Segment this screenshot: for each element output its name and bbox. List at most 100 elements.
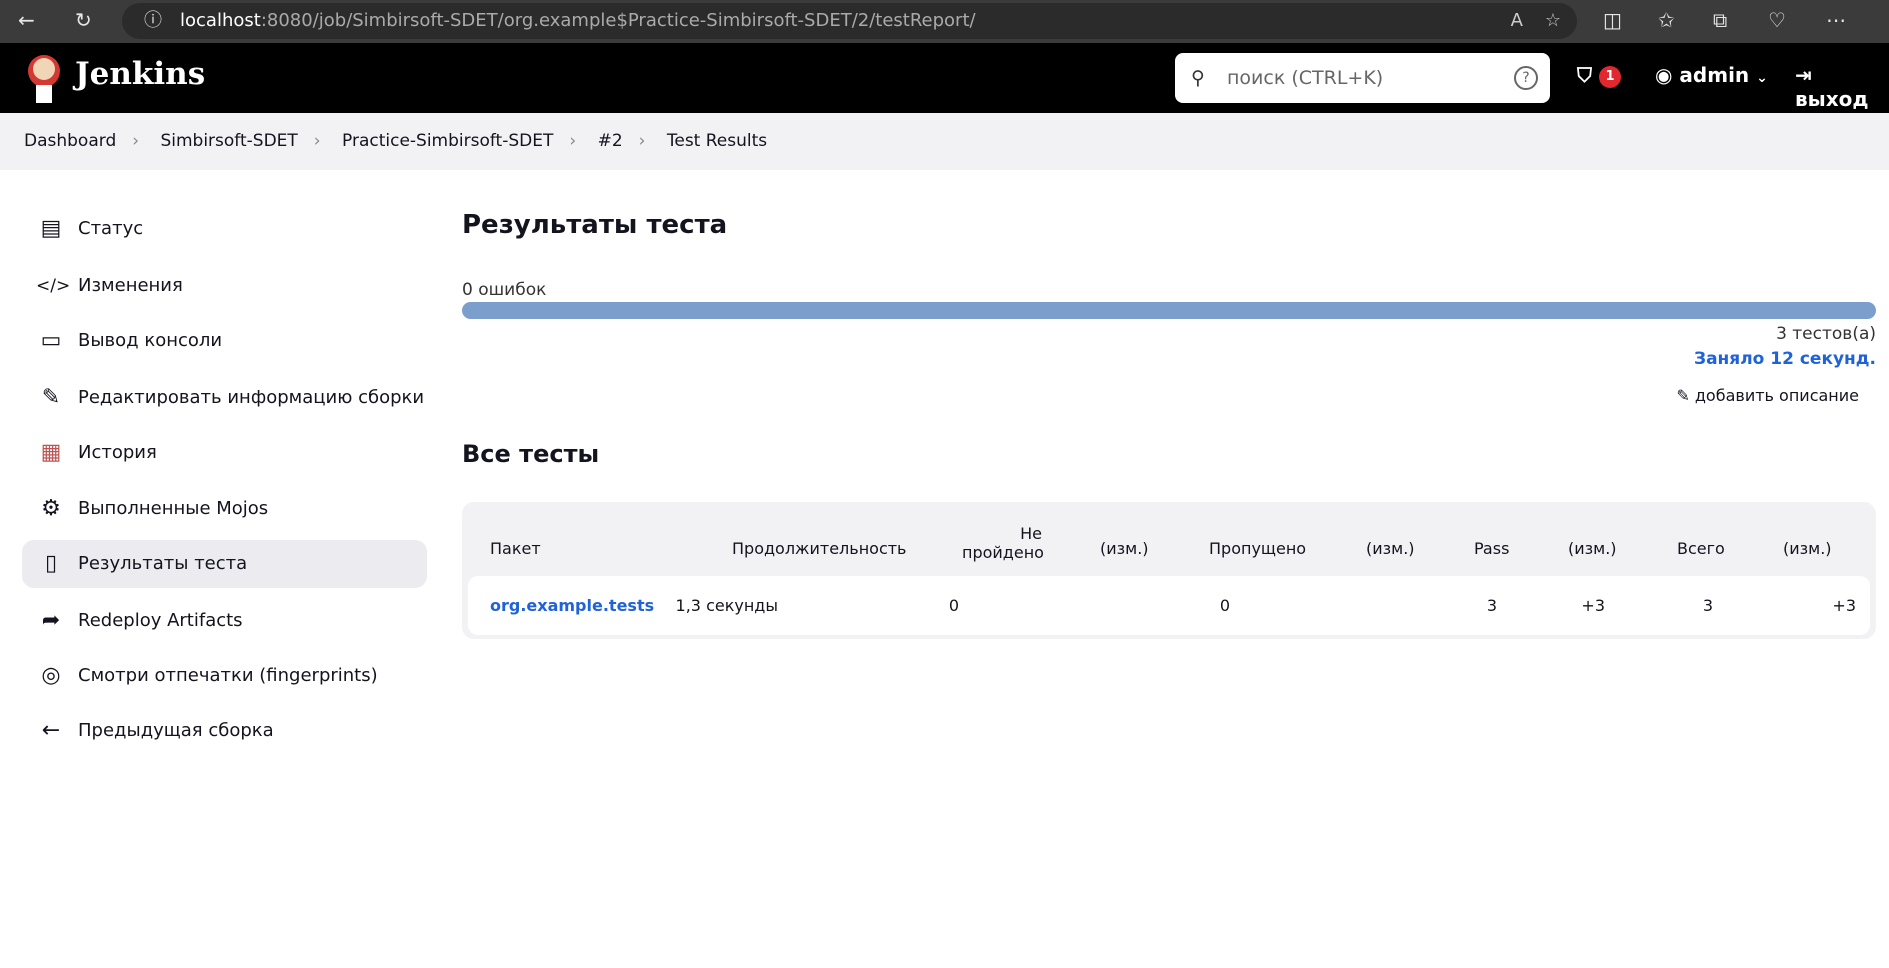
col-failed-diff[interactable]: (изм.) [1100,539,1149,558]
page-title: Результаты теста [462,210,728,240]
sidebar-item-arrow-left[interactable]: ← Предыдущая сборка [22,707,427,755]
logout-button[interactable]: ⇥ выход [1795,63,1889,111]
logout-label: выход [1795,87,1869,111]
sidebar-item-label: Предыдущая сборка [78,720,274,741]
breadcrumb-test-results[interactable]: Test Results [667,131,767,151]
cell-duration: 1,3 секунды [675,596,778,615]
add-description-button[interactable]: ✎ добавить описание [1676,386,1859,405]
add-description-label: добавить описание [1694,386,1859,405]
cell-total: 3 [1702,596,1713,615]
breadcrumb-build[interactable]: #2 [598,131,623,151]
brand-title[interactable]: Jenkins [75,56,205,92]
table-row: org.example.tests 1,3 секунды 0 0 3 +3 3… [468,576,1870,635]
chevron-down-icon: ⌄ [1756,70,1768,86]
history-chart-icon: ▦ [40,440,62,465]
sidebar-item-label: Redeploy Artifacts [78,610,243,631]
chevron-right-icon: › [569,131,577,151]
back-icon[interactable]: ← [18,8,35,32]
security-button[interactable]: ⛉ 1 [1577,63,1621,88]
jenkins-header: Jenkins ⚲ поиск (CTRL+K) ? ⛉ 1 ◉ admin ⌄… [0,43,1889,113]
terminal-icon: ▭ [40,328,62,353]
more-icon[interactable]: ⋯ [1826,8,1846,32]
cell-failed: 0 [948,596,959,615]
breadcrumb-folder[interactable]: Simbirsoft-SDET [160,131,297,151]
health-icon[interactable]: ♡ [1768,8,1786,32]
col-total-diff[interactable]: (изм.) [1783,539,1832,558]
search-placeholder: поиск (CTRL+K) [1227,67,1384,89]
favorites-icon[interactable]: ✩ [1658,8,1675,32]
sidebar-item-label: История [78,442,157,463]
sidebar-item-history-chart[interactable]: ▦ История [22,429,427,477]
col-pass-diff[interactable]: (изм.) [1568,539,1617,558]
user-menu[interactable]: ◉ admin ⌄ [1655,63,1768,87]
sidebar-item-edit[interactable]: ✎ Редактировать информацию сборки [22,374,427,422]
security-badge: 1 [1598,65,1621,88]
logout-icon: ⇥ [1795,63,1812,87]
user-name: admin [1679,63,1750,87]
cell-total-diff: +3 [1832,596,1856,615]
fingerprint-icon: ◎ [41,663,61,688]
test-count: 3 тестов(а) [1776,324,1876,344]
redeploy-icon: ➦ [41,608,61,633]
sidebar-item-label: Статус [78,218,144,239]
shield-icon: ⛉ [1577,63,1592,87]
sidebar-item-label: Вывод консоли [78,330,223,351]
chevron-right-icon: › [132,131,140,151]
favorite-star-icon[interactable]: ☆ [1545,3,1561,39]
help-icon[interactable]: ? [1514,66,1538,90]
browser-toolbar: ← ↻ ⓘ localhost:8080/job/Simbirsoft-SDET… [0,0,1889,43]
col-total[interactable]: Всего [1677,539,1725,558]
search-icon: ⚲ [1191,67,1205,89]
cell-skipped: 0 [1219,596,1230,615]
clipboard-icon: ▯ [44,551,58,576]
address-bar[interactable]: ⓘ localhost:8080/job/Simbirsoft-SDET/org… [122,3,1577,39]
read-aloud-icon[interactable]: A [1511,3,1523,39]
pencil-icon: ✎ [1676,386,1690,405]
sidebar-item-clipboard[interactable]: ▯ Результаты теста [22,540,427,588]
sidebar-item-document[interactable]: ▤ Статус [22,205,427,253]
sidebar-item-label: Результаты теста [78,553,248,574]
sidebar-item-redeploy[interactable]: ➦ Redeploy Artifacts [22,597,427,645]
arrow-left-icon: ← [41,718,61,743]
col-duration[interactable]: Продолжительность [732,539,906,558]
split-screen-icon[interactable]: ◫ [1603,8,1622,32]
breadcrumb-job[interactable]: Practice-Simbirsoft-SDET [342,131,553,151]
sidebar-item-terminal[interactable]: ▭ Вывод консоли [22,317,427,365]
cell-pass: 3 [1486,596,1497,615]
sidebar-item-label: Выполненные Mojos [78,498,269,519]
col-pass[interactable]: Pass [1474,539,1509,558]
breadcrumb: Dashboard › Simbirsoft-SDET › Practice-Sim… [0,113,1889,170]
package-link[interactable]: org.example.tests [490,596,654,615]
test-table: Пакет Продолжительность Не пройдено (изм… [462,502,1876,639]
sidebar-item-fingerprint[interactable]: ◎ Смотри отпечатки (fingerprints) [22,652,427,700]
collections-icon[interactable]: ⧉ [1713,8,1727,32]
pass-progress-bar [462,302,1876,319]
all-tests-heading: Все тесты [462,440,600,468]
failure-count: 0 ошибок [462,280,547,300]
cell-pass-diff: +3 [1581,596,1605,615]
url-path: :8080/job/Simbirsoft-SDET/org.example$Pr… [260,10,976,31]
duration-link[interactable]: Заняло 12 секунд. [1694,349,1876,369]
user-icon: ◉ [1655,63,1673,87]
breadcrumb-dashboard[interactable]: Dashboard [24,131,116,151]
url-host: localhost [180,10,261,31]
reload-icon[interactable]: ↻ [75,8,92,32]
sidebar-item-gear[interactable]: ⚙ Выполненные Mojos [22,485,427,533]
col-skipped[interactable]: Пропущено [1209,539,1306,558]
document-icon: ▤ [40,216,62,241]
edit-icon: ✎ [41,385,61,410]
chevron-right-icon: › [638,131,646,151]
sidebar-item-label: Смотри отпечатки (fingerprints) [78,665,378,686]
sidebar-item-label: Изменения [78,275,183,296]
search-input[interactable]: ⚲ поиск (CTRL+K) ? [1175,53,1550,103]
col-skipped-diff[interactable]: (изм.) [1366,539,1415,558]
chevron-right-icon: › [313,131,321,151]
info-icon[interactable]: ⓘ [144,3,162,39]
jenkins-logo-icon[interactable] [22,51,66,105]
gear-icon: ⚙ [41,496,61,521]
col-package[interactable]: Пакет [490,539,541,558]
code-icon: </> [36,276,71,296]
col-failed[interactable]: Не пройдено [962,524,1044,562]
sidebar-item-label: Редактировать информацию сборки [78,387,425,408]
sidebar-item-code[interactable]: </> Изменения [22,262,427,310]
